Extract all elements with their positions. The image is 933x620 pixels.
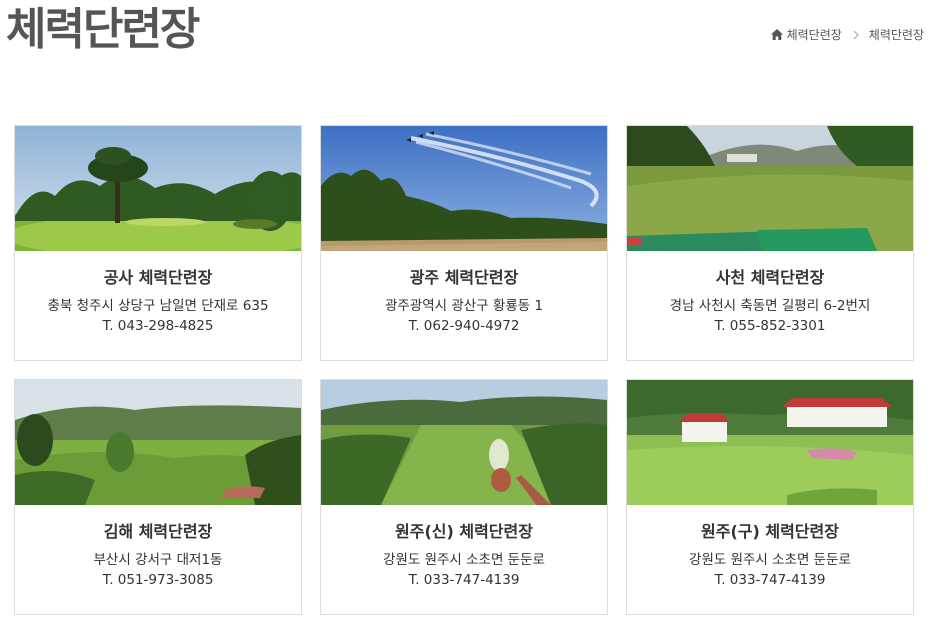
facility-address: 경남 사천시 축동면 길평리 6-2번지 xyxy=(669,298,871,314)
facility-info: 원주(구) 체력단련장 강원도 원주시 소초면 둔둔로 T. 033-747-4… xyxy=(627,505,913,590)
facility-photo-gwangju[interactable] xyxy=(321,126,607,251)
facility-photo-wonju-new[interactable] xyxy=(321,380,607,505)
breadcrumb: 체력단련장 체력단련장 xyxy=(770,26,924,43)
facility-card[interactable]: 원주(구) 체력단련장 강원도 원주시 소초면 둔둔로 T. 033-747-4… xyxy=(626,379,914,615)
facility-card[interactable]: 사천 체력단련장 경남 사천시 축동면 길평리 6-2번지 T. 055-852… xyxy=(626,125,914,361)
page: 체력단련장 체력단련장 체력단련장 공사 체력단련장 충북 청주시 상당구 남일… xyxy=(0,0,933,620)
facility-address: 충북 청주시 상당구 남일면 단재로 635 xyxy=(47,298,269,314)
breadcrumb-item-0[interactable]: 체력단련장 xyxy=(787,26,842,43)
facility-name[interactable]: 원주(신) 체력단련장 xyxy=(321,523,607,541)
facility-phone: T. 051-973-3085 xyxy=(102,572,214,588)
facility-photo-gimhae[interactable] xyxy=(15,380,301,505)
facility-card[interactable]: 원주(신) 체력단련장 강원도 원주시 소초면 둔둔로 T. 033-747-4… xyxy=(320,379,608,615)
facility-address: 강원도 원주시 소초면 둔둔로 xyxy=(383,552,545,568)
facility-phone: T. 055-852-3301 xyxy=(714,318,826,334)
facility-phone: T. 062-940-4972 xyxy=(408,318,520,334)
facility-phone: T. 043-298-4825 xyxy=(102,318,214,334)
home-icon[interactable] xyxy=(770,29,783,40)
facility-name[interactable]: 김해 체력단련장 xyxy=(15,523,301,541)
facility-name[interactable]: 공사 체력단련장 xyxy=(15,269,301,287)
facility-name[interactable]: 원주(구) 체력단련장 xyxy=(627,523,913,541)
facility-name[interactable]: 광주 체력단련장 xyxy=(321,269,607,287)
facility-card[interactable]: 광주 체력단련장 광주광역시 광산구 황룡동 1 T. 062-940-4972 xyxy=(320,125,608,361)
facility-grid: 공사 체력단련장 충북 청주시 상당구 남일면 단재로 635 T. 043-2… xyxy=(14,125,914,615)
facility-name[interactable]: 사천 체력단련장 xyxy=(627,269,913,287)
facility-address: 부산시 강서구 대저1동 xyxy=(93,552,223,568)
facility-phone: T. 033-747-4139 xyxy=(714,572,826,588)
facility-info: 사천 체력단련장 경남 사천시 축동면 길평리 6-2번지 T. 055-852… xyxy=(627,251,913,336)
facility-photo-sacheon[interactable] xyxy=(627,126,913,251)
facility-info: 김해 체력단련장 부산시 강서구 대저1동 T. 051-973-3085 xyxy=(15,505,301,590)
facility-info: 공사 체력단련장 충북 청주시 상당구 남일면 단재로 635 T. 043-2… xyxy=(15,251,301,336)
facility-info: 광주 체력단련장 광주광역시 광산구 황룡동 1 T. 062-940-4972 xyxy=(321,251,607,336)
page-title: 체력단련장 xyxy=(6,4,200,55)
facility-photo-gongsa[interactable] xyxy=(15,126,301,251)
facility-info: 원주(신) 체력단련장 강원도 원주시 소초면 둔둔로 T. 033-747-4… xyxy=(321,505,607,590)
facility-phone: T. 033-747-4139 xyxy=(408,572,520,588)
facility-address: 광주광역시 광산구 황룡동 1 xyxy=(384,298,544,314)
facility-card[interactable]: 김해 체력단련장 부산시 강서구 대저1동 T. 051-973-3085 xyxy=(14,379,302,615)
facility-photo-wonju-old[interactable] xyxy=(627,380,913,505)
breadcrumb-item-1[interactable]: 체력단련장 xyxy=(869,26,924,43)
facility-card[interactable]: 공사 체력단련장 충북 청주시 상당구 남일면 단재로 635 T. 043-2… xyxy=(14,125,302,361)
chevron-right-icon xyxy=(853,30,859,39)
facility-address: 강원도 원주시 소초면 둔둔로 xyxy=(689,552,851,568)
